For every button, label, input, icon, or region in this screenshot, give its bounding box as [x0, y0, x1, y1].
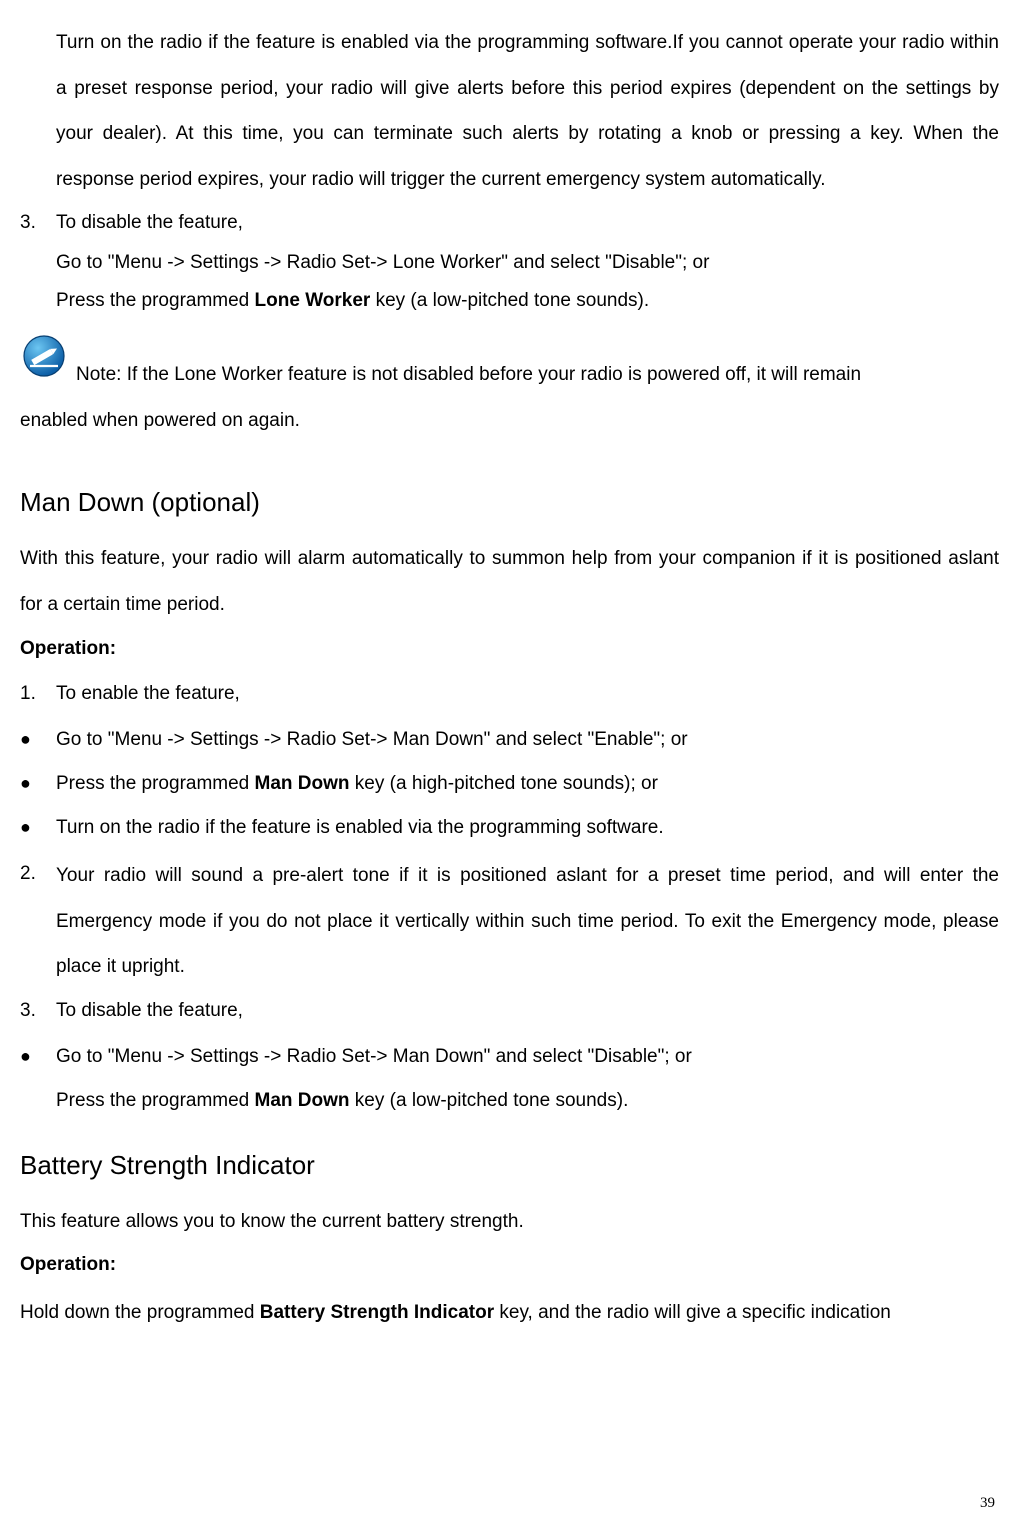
indent-line: Press the programmed Man Down key (a low…: [56, 1082, 999, 1120]
bullet-icon: ●: [20, 721, 56, 757]
text-fragment: key (a high-pitched tone sounds); or: [350, 773, 658, 794]
bold-text: Battery Strength Indicator: [260, 1302, 494, 1323]
text-fragment: Press the programmed: [56, 773, 255, 794]
battery-line: Hold down the programmed Battery Strengt…: [20, 1290, 999, 1336]
bold-text: Man Down: [255, 773, 350, 794]
bullet-icon: ●: [20, 809, 56, 845]
bullet-content: Turn on the radio if the feature is enab…: [56, 809, 999, 847]
bullet-item: ● Turn on the radio if the feature is en…: [20, 809, 999, 847]
note-text: Note: If the Lone Worker feature is not …: [76, 334, 999, 398]
list-number: 3.: [20, 990, 56, 1032]
text-fragment: key (a low-pitched tone sounds).: [350, 1090, 629, 1111]
list-item-2: 2. Your radio will sound a pre-alert ton…: [20, 853, 999, 990]
list-content: To disable the feature,: [56, 202, 999, 244]
text-fragment: Press the programmed: [56, 1090, 255, 1111]
page-number: 39: [980, 1495, 995, 1512]
list-content: To enable the feature,: [56, 673, 999, 715]
heading-man-down: Man Down (optional): [20, 487, 999, 518]
text-fragment: key (a low-pitched tone sounds).: [370, 290, 649, 311]
heading-battery: Battery Strength Indicator: [20, 1150, 999, 1181]
text-fragment: Hold down the programmed: [20, 1302, 260, 1323]
bullet-content: Go to "Menu -> Settings -> Radio Set-> M…: [56, 721, 999, 759]
note-text-continue: enabled when powered on again.: [20, 398, 999, 444]
text-fragment: key, and the radio will give a specific …: [494, 1302, 891, 1323]
list-number: 1.: [20, 673, 56, 715]
operation-label: Operation:: [20, 628, 999, 670]
bullet-content: Press the programmed Man Down key (a hig…: [56, 765, 999, 803]
bullet-item: ● Go to "Menu -> Settings -> Radio Set->…: [20, 721, 999, 759]
battery-intro: This feature allows you to know the curr…: [20, 1199, 999, 1245]
bullet-icon: ●: [20, 1038, 56, 1074]
bullet-item: ● Go to "Menu -> Settings -> Radio Set->…: [20, 1038, 999, 1076]
bold-text: Lone Worker: [255, 290, 371, 311]
list-content: Your radio will sound a pre-alert tone i…: [56, 853, 999, 990]
bold-text: Man Down: [255, 1090, 350, 1111]
list-item-3b: 3. To disable the feature,: [20, 990, 999, 1032]
bullet-icon: ●: [20, 765, 56, 801]
note-block: Note: If the Lone Worker feature is not …: [20, 334, 999, 398]
bullet-item: ● Press the programmed Man Down key (a h…: [20, 765, 999, 803]
lone-worker-para: Turn on the radio if the feature is enab…: [56, 20, 999, 202]
list-number: 3.: [20, 202, 56, 244]
note-pencil-icon: [20, 334, 68, 378]
list-item-3: 3. To disable the feature,: [20, 202, 999, 244]
list-number: 2.: [20, 853, 56, 895]
mandown-intro: With this feature, your radio will alarm…: [20, 536, 999, 627]
operation-label: Operation:: [20, 1244, 999, 1286]
bullet-content: Go to "Menu -> Settings -> Radio Set-> M…: [56, 1038, 999, 1076]
list-content: To disable the feature,: [56, 990, 999, 1032]
list-item-1: 1. To enable the feature,: [20, 673, 999, 715]
text-fragment: Press the programmed: [56, 290, 255, 311]
list-item-3-line3: Press the programmed Lone Worker key (a …: [56, 282, 999, 320]
list-item-3-line2: Go to "Menu -> Settings -> Radio Set-> L…: [56, 244, 999, 282]
